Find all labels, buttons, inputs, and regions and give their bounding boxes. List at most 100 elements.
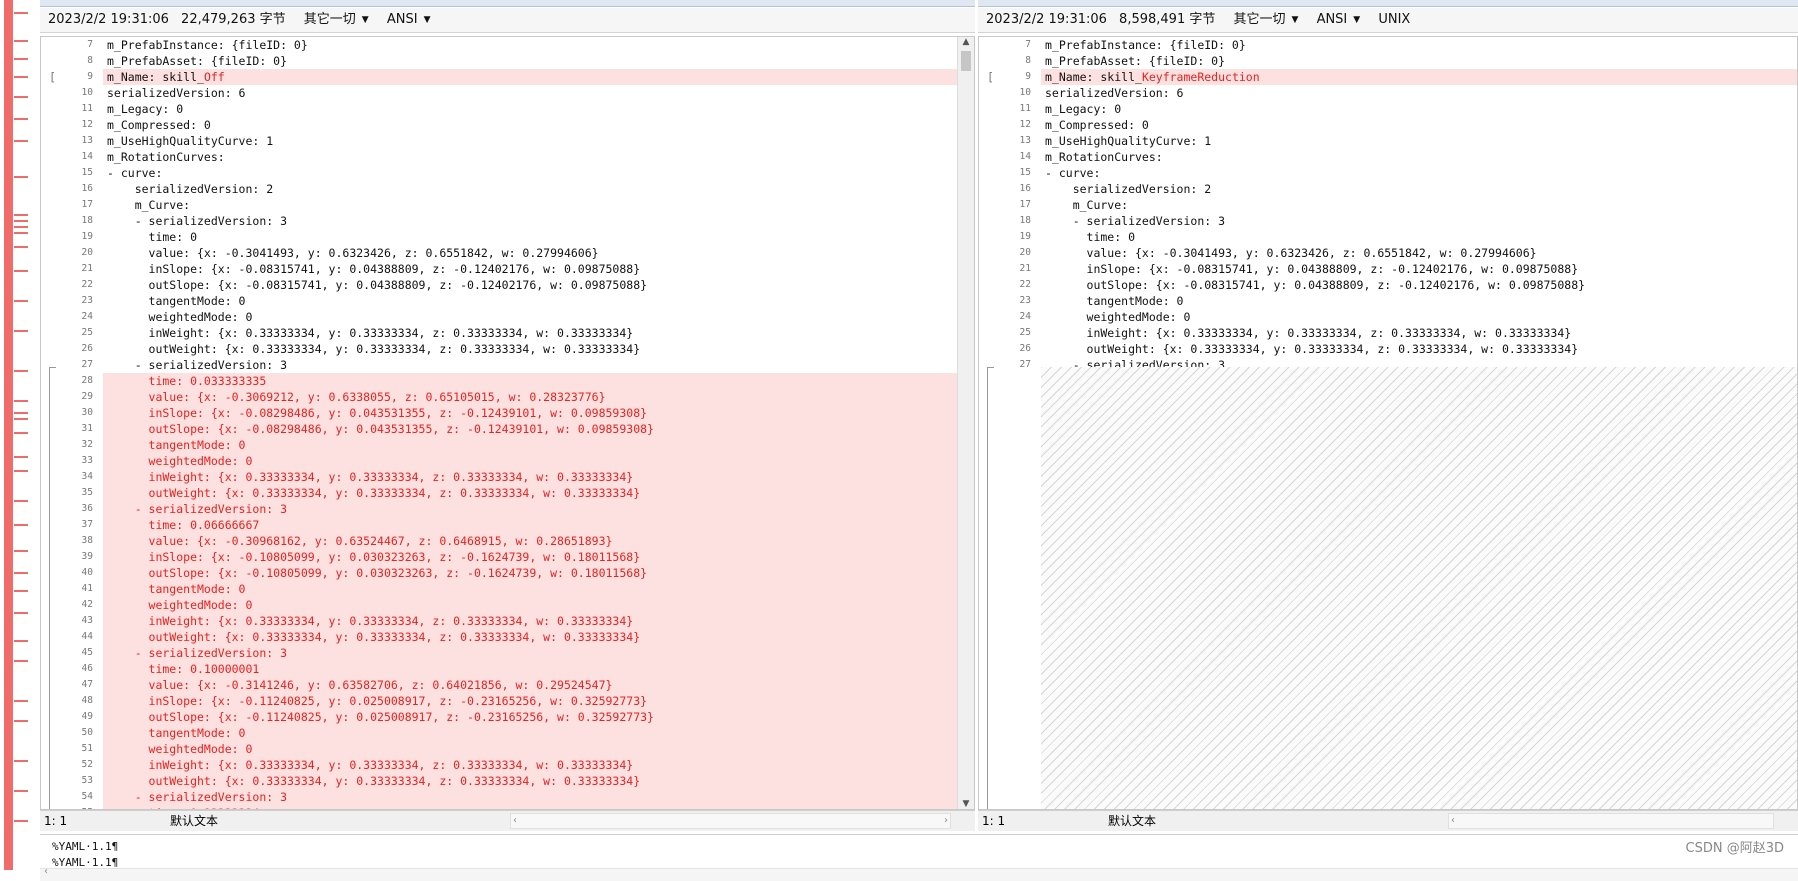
code-line[interactable]: 44 outWeight: {x: 0.33333334, y: 0.33333… [41,629,974,645]
code-line[interactable]: 49 outSlope: {x: -0.11240825, y: 0.02500… [41,709,974,725]
diff-overview-mark[interactable] [14,720,28,722]
diff-overview-mark[interactable] [14,432,28,434]
code-line[interactable]: 24 weightedMode: 0 [41,309,974,325]
code-line[interactable]: 43 inWeight: {x: 0.33333334, y: 0.333333… [41,613,974,629]
code-line[interactable]: 33 weightedMode: 0 [41,453,974,469]
diff-overview-mark[interactable] [14,700,28,702]
code-line[interactable]: 50 tangentMode: 0 [41,725,974,741]
code-line[interactable]: 52 inWeight: {x: 0.33333334, y: 0.333333… [41,757,974,773]
diff-overview-mark[interactable] [14,456,28,458]
diff-overview-mark[interactable] [14,12,28,14]
diff-overview-mark[interactable] [14,550,28,552]
code-line[interactable]: 34 inWeight: {x: 0.33333334, y: 0.333333… [41,469,974,485]
code-line[interactable]: 21 inSlope: {x: -0.08315741, y: 0.043888… [41,261,974,277]
code-line[interactable]: 47 value: {x: -0.3141246, y: 0.63582706,… [41,677,974,693]
scroll-down-icon[interactable]: ▼ [958,799,974,809]
code-line[interactable]: 8 m_PrefabAsset: {fileID: 0} [41,53,974,69]
code-line[interactable]: 32 tangentMode: 0 [41,437,974,453]
diff-overview-mark[interactable] [14,370,28,372]
code-line[interactable]: 26 outWeight: {x: 0.33333334, y: 0.33333… [41,341,974,357]
scroll-left-icon[interactable]: ‹ [44,866,48,877]
code-line[interactable]: 16 serializedVersion: 2 [979,181,1797,197]
code-line[interactable]: 18 - serializedVersion: 3 [41,213,974,229]
diff-overview-mark[interactable] [14,118,28,120]
diff-overview-mark[interactable] [14,58,28,60]
code-line[interactable]: 38 value: {x: -0.30968162, y: 0.63524467… [41,533,974,549]
diff-overview-mark[interactable] [14,246,28,248]
code-line[interactable]: 20 value: {x: -0.3041493, y: 0.6323426, … [41,245,974,261]
code-line[interactable]: 13 m_UseHighQualityCurve: 1 [41,133,974,149]
code-line[interactable]: 19 time: 0 [979,229,1797,245]
diff-overview-mark[interactable] [14,214,28,216]
diff-overview-mark[interactable] [14,330,28,332]
code-line[interactable]: 22 outSlope: {x: -0.08315741, y: 0.04388… [41,277,974,293]
code-line[interactable]: 23 tangentMode: 0 [979,293,1797,309]
diff-overview-gutter[interactable] [0,0,30,880]
left-vertical-scrollbar[interactable]: ▲ ▼ [957,37,974,809]
code-line[interactable]: 30 inSlope: {x: -0.08298486, y: 0.043531… [41,405,974,421]
code-line[interactable]: 10 serializedVersion: 6 [41,85,974,101]
left-filter-dropdown[interactable]: 其它一切 ▼ [304,12,369,27]
code-line[interactable]: 41 tangentMode: 0 [41,581,974,597]
diff-overview-mark[interactable] [14,226,28,228]
diff-overview-mark[interactable] [14,660,28,662]
code-line[interactable]: 25 inWeight: {x: 0.33333334, y: 0.333333… [979,325,1797,341]
diff-overview-mark[interactable] [14,400,28,402]
code-line[interactable]: 22 outSlope: {x: -0.08315741, y: 0.04388… [979,277,1797,293]
left-scroll-thumb[interactable] [961,51,971,71]
scroll-left-icon[interactable]: ‹ [1451,811,1455,831]
right-encoding-dropdown[interactable]: ANSI ▼ [1317,12,1361,27]
diff-overview-mark[interactable] [14,270,28,272]
code-line[interactable]: 14 m_RotationCurves: [41,149,974,165]
diff-overview-mark[interactable] [14,640,28,642]
diff-overview-mark[interactable] [14,790,28,792]
code-line[interactable]: 24 weightedMode: 0 [979,309,1797,325]
code-line[interactable]: 9[m_Name: skill_KeyframeReduction [979,69,1797,85]
diff-overview-mark[interactable] [14,572,28,574]
code-line[interactable]: 8 m_PrefabAsset: {fileID: 0} [979,53,1797,69]
code-line[interactable]: 37 time: 0.06666667 [41,517,974,533]
code-line[interactable]: 18 - serializedVersion: 3 [979,213,1797,229]
code-line[interactable]: 10 serializedVersion: 6 [979,85,1797,101]
code-line[interactable]: 19 time: 0 [41,229,974,245]
code-line[interactable]: 7 m_PrefabInstance: {fileID: 0} [41,37,974,53]
code-line[interactable]: 16 serializedVersion: 2 [41,181,974,197]
code-line[interactable]: 35 outWeight: {x: 0.33333334, y: 0.33333… [41,485,974,501]
code-line[interactable]: 25 inWeight: {x: 0.33333334, y: 0.333333… [41,325,974,341]
diff-overview-mark[interactable] [14,470,28,472]
left-editor[interactable]: 7 m_PrefabInstance: {fileID: 0} 8 m_PrefabA… [40,36,975,810]
code-line[interactable]: 12 m_Compressed: 0 [979,117,1797,133]
scroll-up-icon[interactable]: ▲ [958,37,974,47]
code-line[interactable]: 15 - curve: [979,165,1797,181]
right-horizontal-scrollbar[interactable]: ‹ [1448,813,1774,829]
code-line[interactable]: 46 time: 0.10000001 [41,661,974,677]
diff-overview-mark[interactable] [14,612,28,614]
code-line[interactable]: 14 m_RotationCurves: [979,149,1797,165]
code-line[interactable]: 7 m_PrefabInstance: {fileID: 0} [979,37,1797,53]
code-line[interactable]: 48 inSlope: {x: -0.11240825, y: 0.025008… [41,693,974,709]
code-line[interactable]: 51 weightedMode: 0 [41,741,974,757]
detail-horizontal-scrollbar[interactable]: ‹ [40,866,1798,881]
code-line[interactable]: 17 m_Curve: [41,197,974,213]
diff-overview-mark[interactable] [14,412,28,414]
scroll-right-icon[interactable]: › [944,811,948,831]
diff-overview-mark[interactable] [14,220,28,222]
code-line[interactable]: 17 m_Curve: [979,197,1797,213]
code-line[interactable]: 40 outSlope: {x: -0.10805099, y: 0.03032… [41,565,974,581]
diff-overview-mark[interactable] [14,76,28,78]
right-line-ending[interactable]: UNIX [1378,12,1410,27]
scroll-left-icon[interactable]: ‹ [513,811,517,831]
code-line[interactable]: 29 value: {x: -0.3069212, y: 0.6338055, … [41,389,974,405]
right-filter-dropdown[interactable]: 其它一切 ▼ [1233,12,1298,27]
diff-overview-mark[interactable] [14,590,28,592]
code-line[interactable]: 26 outWeight: {x: 0.33333334, y: 0.33333… [979,341,1797,357]
diff-overview-mark[interactable] [14,40,28,42]
code-line[interactable]: 54 - serializedVersion: 3 [41,789,974,805]
diff-overview-mark[interactable] [14,96,28,98]
diff-overview-mark[interactable] [14,418,28,420]
code-line[interactable]: 42 weightedMode: 0 [41,597,974,613]
diff-overview-mark[interactable] [14,760,28,762]
code-line[interactable]: 13 m_UseHighQualityCurve: 1 [979,133,1797,149]
diff-overview-mark[interactable] [14,176,28,178]
diff-overview-mark[interactable] [14,140,28,142]
